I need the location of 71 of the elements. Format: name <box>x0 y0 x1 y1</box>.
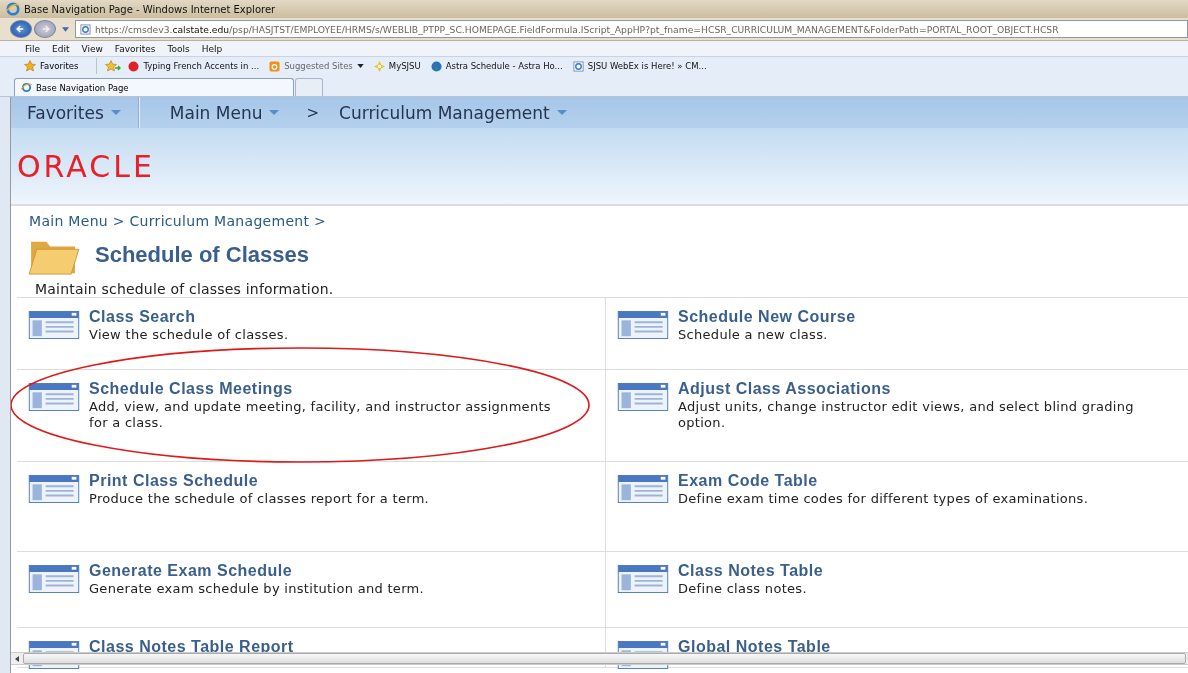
dot-icon <box>128 60 140 72</box>
star-icon <box>24 60 36 72</box>
breadcrumb: Main Menu > Curriculum Management > <box>28 213 328 229</box>
component-link[interactable]: Class Notes Table <box>678 562 824 580</box>
dropdown-icon[interactable] <box>62 26 69 32</box>
caret-icon <box>109 110 122 115</box>
component-description: Schedule a new class. <box>678 327 829 343</box>
component-description: Produce the schedule of classes report for a term. <box>89 491 430 507</box>
suggested-sites-icon <box>269 60 281 72</box>
component-link[interactable]: Generate Exam Schedule <box>89 562 293 580</box>
menu-item[interactable]: Help <box>196 43 228 54</box>
add-favorite-icon[interactable] <box>105 60 122 72</box>
url-text: https://cmsdev3.calstate.edu/psp/HASJTST/EMPLOYEE/HRMS/s/WEBLIB_PTPP_SC.HOMEPAGE.FieldFormula.IScript_AppHP?pt_fname=HCSR_CURRICULUM_MANAGEMENT&FolderPath=PORTAL_ROOT_OBJECT.HCSR <box>95 23 1059 35</box>
component-icon <box>616 475 670 503</box>
browser-logo-icon <box>6 2 20 16</box>
component-description: Generate exam schedule by institution and term. <box>89 581 424 597</box>
favorite-link[interactable]: MySJSU <box>370 60 424 72</box>
globe-icon <box>430 60 442 72</box>
component-icon <box>616 383 670 411</box>
component-link[interactable]: Print Class Schedule <box>89 472 259 490</box>
component-description: Define exam time codes for different types of examinations. <box>678 491 1089 507</box>
component-link[interactable]: Schedule Class Meetings <box>89 380 293 398</box>
component-icon <box>27 311 81 339</box>
favorite-link[interactable]: Typing French Accents in ... <box>125 60 263 72</box>
breadcrumb-separator: > <box>305 103 321 122</box>
window-title: Base Navigation Page - Windows Internet Explorer <box>24 3 276 15</box>
page-heading: Schedule of Classes <box>95 242 309 268</box>
favorites-button[interactable]: Favorites <box>20 58 98 74</box>
caret-icon <box>268 110 281 115</box>
favorites-menu[interactable]: Favorites <box>11 102 138 123</box>
page-description: Maintain schedule of classes information. <box>34 281 335 297</box>
scroll-left-icon[interactable] <box>15 655 19 662</box>
caret-icon <box>555 110 568 115</box>
caret-icon <box>356 64 364 68</box>
component-description: Adjust units, change instructor edit views, and select blind grading option. <box>678 399 1135 431</box>
component-link[interactable]: Exam Code Table <box>678 472 818 490</box>
favorite-link[interactable]: Astra Schedule - Astra Ho... <box>427 60 566 72</box>
page-icon <box>572 60 584 72</box>
component-description: Add, view, and update meeting, facility, and instructor assignments for a class. <box>89 399 552 431</box>
new-tab-button[interactable] <box>295 78 323 96</box>
sun-icon <box>373 60 385 72</box>
browser-tab[interactable]: Base Navigation Page <box>14 78 294 96</box>
browser-logo-icon <box>21 82 32 93</box>
address-field[interactable]: https://cmsdev3.calstate.edu/psp/HASJTST/EMPLOYEE/HRMS/s/WEBLIB_PTPP_SC.HOMEPAGE.FieldFormula.IScript_AppHP?pt_fname=HCSR_CURRICULUM_MANAGEMENT&FolderPath=PORTAL_ROOT_OBJECT.HCSR <box>75 20 1188 38</box>
component-link[interactable]: Class Notes Table Report <box>89 638 294 656</box>
main-menu[interactable]: Main Menu <box>139 102 297 123</box>
curriculum-menu[interactable]: Curriculum Management <box>323 102 584 123</box>
menu-item[interactable]: View <box>76 43 108 54</box>
component-icon <box>27 383 81 411</box>
favorite-link[interactable]: Suggested Sites <box>266 60 367 72</box>
menu-item[interactable]: Favorites <box>109 43 161 54</box>
component-link[interactable]: Adjust Class Associations <box>678 380 891 398</box>
component-description: View the schedule of classes. <box>89 327 289 343</box>
component-icon <box>616 565 670 593</box>
menu-item[interactable]: Edit <box>47 43 75 54</box>
favorite-link[interactable]: SJSU WebEx is Here! » CM... <box>569 60 710 72</box>
component-link[interactable]: Schedule New Course <box>678 308 856 326</box>
scrollbar-thumb[interactable] <box>23 653 1186 664</box>
component-description: Define class notes. <box>678 581 808 597</box>
menu-item[interactable]: Tools <box>162 43 195 54</box>
component-icon <box>616 311 670 339</box>
component-link[interactable]: Global Notes Table <box>678 638 831 656</box>
horizontal-scrollbar[interactable] <box>11 652 1188 665</box>
component-icon <box>27 565 81 593</box>
page-icon <box>80 23 91 35</box>
oracle-logo: ORACLE <box>17 148 155 184</box>
component-icon <box>27 475 81 503</box>
menu-item[interactable]: File <box>20 43 46 54</box>
forward-button[interactable] <box>34 20 56 38</box>
component-link[interactable]: Class Search <box>89 308 196 326</box>
back-button[interactable] <box>10 20 32 38</box>
